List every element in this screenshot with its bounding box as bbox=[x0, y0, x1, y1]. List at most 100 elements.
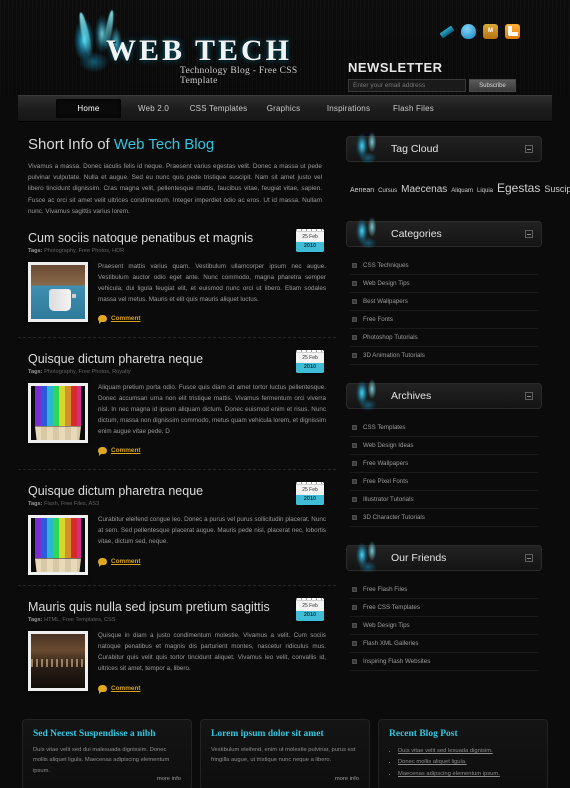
post-thumbnail[interactable] bbox=[28, 383, 88, 444]
post-date-badge: 25 Feb 2010 bbox=[296, 350, 324, 373]
list-item: Illustrator Tutorials bbox=[350, 491, 538, 510]
post-tags-label: Tags: bbox=[28, 501, 43, 508]
newsletter-email-input[interactable] bbox=[348, 79, 466, 92]
page-title-accent: Web Tech Blog bbox=[113, 136, 215, 153]
list-item: CSS Techniques bbox=[350, 257, 538, 276]
post-comment-link[interactable]: Comment bbox=[98, 315, 141, 325]
tag-cloud-item[interactable]: Liquia bbox=[477, 188, 493, 194]
friend-link[interactable]: Flash XML Galleries bbox=[363, 640, 418, 647]
collapse-icon[interactable] bbox=[525, 145, 533, 153]
post-comment-link[interactable]: Comment bbox=[98, 447, 141, 457]
collapse-icon[interactable] bbox=[525, 230, 533, 239]
tag-cloud-item[interactable]: Aliquam bbox=[451, 188, 473, 194]
post-thumbnail[interactable] bbox=[28, 262, 88, 323]
twitter-icon[interactable] bbox=[461, 24, 476, 39]
category-link[interactable]: Photoshop Tutorials bbox=[363, 334, 418, 341]
list-item: Web Design Ideas bbox=[350, 437, 538, 456]
category-link[interactable]: Best Wallpapers bbox=[363, 298, 408, 305]
post-title[interactable]: Quisque dictum pharetra neque bbox=[28, 352, 326, 366]
archive-link[interactable]: Free Pixel Fonts bbox=[363, 478, 408, 485]
category-link[interactable]: Free Fonts bbox=[363, 316, 393, 323]
comment-label: Comment bbox=[111, 315, 141, 323]
post-tags-list[interactable]: HTML, Free Templates, CSS bbox=[44, 617, 115, 623]
recent-post-link[interactable]: Duis vitae velit sed lesuada dignisim. bbox=[398, 748, 493, 754]
post-tags-list[interactable]: Photography, Free Photos, HDR bbox=[44, 248, 124, 254]
tag-cloud-item[interactable]: Suscipit bbox=[544, 184, 570, 194]
panel-title: Categories bbox=[391, 228, 442, 241]
tag-cloud-item[interactable]: Maecenas bbox=[401, 184, 447, 195]
post-excerpt: Aliquam pretium porta odio. Fusce quis d… bbox=[98, 384, 326, 435]
nav-item-home[interactable]: Home bbox=[56, 99, 121, 118]
newsletter-subscribe-button[interactable]: Subscribe bbox=[469, 79, 516, 92]
post-thumbnail[interactable] bbox=[28, 515, 88, 576]
category-link[interactable]: 3D Animation Tutorials bbox=[363, 352, 425, 359]
panel-categories: Categories CSS Techniques Web Design Tips… bbox=[344, 211, 542, 367]
rss-icon[interactable] bbox=[505, 24, 520, 39]
category-link[interactable]: CSS Techniques bbox=[363, 262, 409, 269]
list-item: Best Wallpapers bbox=[350, 293, 538, 312]
city-skyline-photo bbox=[31, 634, 85, 689]
tag-cloud-item[interactable]: Cursus bbox=[378, 188, 397, 194]
footer-box-heading: Sed Necest Suspendisse a nibh bbox=[33, 729, 181, 739]
collapse-icon[interactable] bbox=[525, 554, 533, 563]
post-excerpt: Quisque in diam a justo condimentum mole… bbox=[98, 632, 326, 672]
post-excerpt: Praesent mattis varius quam. Vestibulum … bbox=[98, 263, 326, 303]
msn-icon[interactable]: M bbox=[483, 24, 498, 39]
delicious-icon[interactable] bbox=[439, 25, 455, 39]
post-date-day: 25 Feb bbox=[296, 601, 324, 612]
comment-bubble-icon bbox=[98, 684, 107, 694]
nav-item-flash-files[interactable]: Flash Files bbox=[381, 99, 446, 118]
archive-link[interactable]: Free Wallpapers bbox=[363, 460, 408, 467]
archive-link[interactable]: Illustrator Tutorials bbox=[363, 496, 414, 503]
recent-post-link[interactable]: Maecenas adipscing elementum ipsum. bbox=[398, 771, 500, 777]
more-info-link[interactable]: more info bbox=[335, 776, 359, 782]
archive-link[interactable]: 3D Character Tutorials bbox=[363, 514, 425, 521]
nav-item-web20[interactable]: Web 2.0 bbox=[121, 99, 186, 118]
friend-link[interactable]: Free Flash Files bbox=[363, 586, 407, 593]
post-tags-list[interactable]: Photography, Free Photos, Royalty bbox=[44, 369, 131, 375]
archives-list: CSS Templates Web Design Ideas Free Wallpa… bbox=[346, 409, 542, 529]
post-thumbnail[interactable] bbox=[28, 631, 88, 692]
site-logo[interactable]: WEB TECH Technology Blog - Free CSS Temp… bbox=[48, 10, 308, 86]
friend-link[interactable]: Free CSS Templates bbox=[363, 604, 420, 611]
post-comment-link[interactable]: Comment bbox=[98, 684, 140, 694]
comment-bubble-icon bbox=[98, 557, 107, 567]
recent-post-link[interactable]: Donec mollis aliquet ligula. bbox=[398, 759, 467, 765]
tag-cloud-item[interactable]: Egestas bbox=[497, 181, 540, 195]
comment-label: Comment bbox=[111, 447, 141, 455]
friend-link[interactable]: Inspiring Flash Websites bbox=[363, 658, 430, 665]
post-title[interactable]: Quisque dictum pharetra neque bbox=[28, 484, 326, 498]
category-link[interactable]: Web Design Tips bbox=[363, 280, 410, 287]
nav-item-graphics[interactable]: Graphics bbox=[251, 99, 316, 118]
list-item: 3D Animation Tutorials bbox=[350, 347, 538, 366]
archive-link[interactable]: CSS Templates bbox=[363, 424, 406, 431]
main-column: Short Info of Web Tech Blog Vivamus a ma… bbox=[18, 122, 336, 707]
post-title[interactable]: Cum sociis natoque penatibus et magnis bbox=[28, 231, 326, 245]
footer-box-text: Vestibulum eleifend, enim ut molestie pu… bbox=[211, 746, 356, 764]
nav-item-css-templates[interactable]: CSS Templates bbox=[186, 99, 251, 118]
tag-cloud-item[interactable]: Aenean bbox=[350, 187, 374, 194]
list-item: Web Design Tips bbox=[350, 617, 538, 636]
logo-text: WEB TECH bbox=[106, 34, 292, 67]
page-root: WEB TECH Technology Blog - Free CSS Temp… bbox=[0, 0, 570, 788]
site-header: WEB TECH Technology Blog - Free CSS Temp… bbox=[0, 0, 570, 95]
recent-posts-list: Duis vitae velit sed lesuada dignisim. Do… bbox=[398, 746, 537, 781]
post-tags-label: Tags: bbox=[28, 369, 43, 376]
footer-box: Sed Necest Suspendisse a nibh Duis vitae… bbox=[22, 718, 192, 788]
bullet-icon bbox=[352, 263, 357, 269]
list-item: Free Wallpapers bbox=[350, 455, 538, 474]
collapse-icon[interactable] bbox=[525, 392, 533, 401]
post-tags: Tags: Photography, Free Photos, Royalty bbox=[28, 369, 326, 375]
archive-link[interactable]: Web Design Ideas bbox=[363, 442, 413, 449]
list-item: Maecenas adipscing elementum ipsum. bbox=[398, 769, 537, 781]
list-item: Duis vitae velit sed lesuada dignisim. bbox=[398, 746, 537, 758]
post-comment-link[interactable]: Comment bbox=[98, 557, 140, 567]
post-tags-label: Tags: bbox=[28, 248, 43, 255]
post-title[interactable]: Mauris quis nulla sed ipsum pretium sagi… bbox=[28, 600, 326, 614]
post-tags-list[interactable]: Flash, Free Files, AS3 bbox=[44, 501, 99, 507]
bullet-icon bbox=[352, 353, 357, 359]
footer-boxes: Sed Necest Suspendisse a nibh Duis vitae… bbox=[0, 707, 570, 788]
nav-item-inspirations[interactable]: Inspirations bbox=[316, 99, 381, 118]
more-info-link[interactable]: more info bbox=[157, 776, 181, 782]
friend-link[interactable]: Web Design Tips bbox=[363, 622, 410, 629]
